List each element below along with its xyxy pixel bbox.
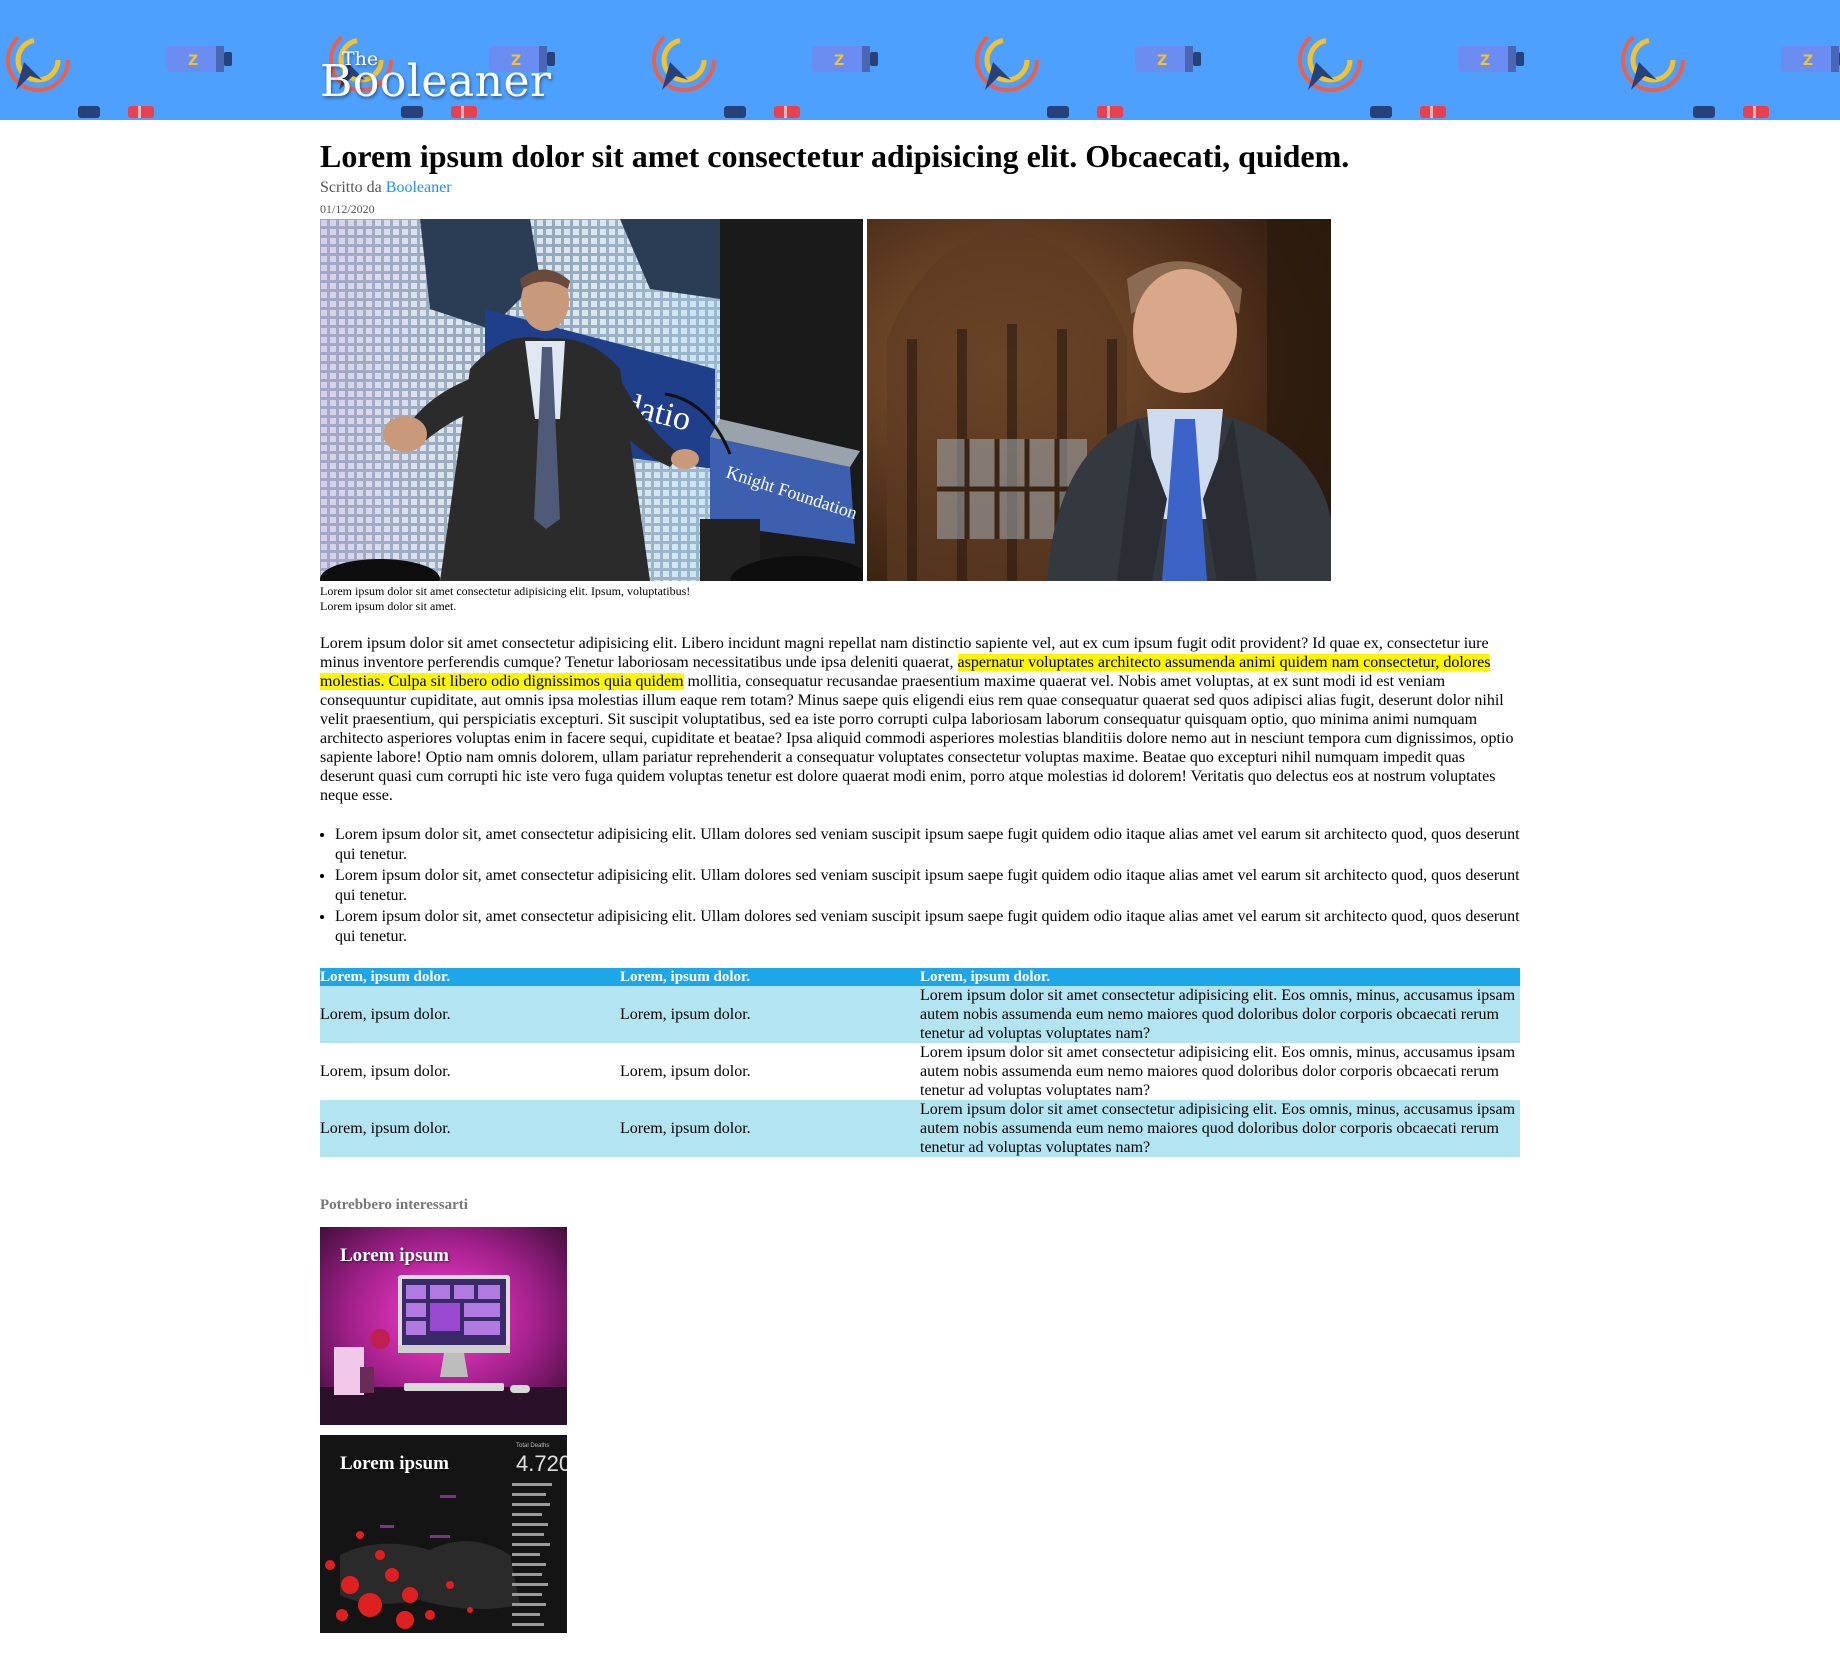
list-item: Lorem ipsum dolor sit, amet consectetur … bbox=[335, 825, 1520, 864]
table-cell: Lorem ipsum dolor sit amet consectetur a… bbox=[920, 1100, 1520, 1157]
header-pattern: Z bbox=[0, 0, 1840, 118]
table-header-row: Lorem, ipsum dolor. Lorem, ipsum dolor. … bbox=[320, 968, 1520, 986]
card-number-label: Total Deaths bbox=[516, 1443, 549, 1449]
article: Lorem ipsum dolor sit amet consectetur a… bbox=[320, 136, 1520, 1633]
site-header: Z The Booleaner bbox=[0, 0, 1840, 120]
table-row: Lorem, ipsum dolor. Lorem, ipsum dolor. … bbox=[320, 986, 1520, 1043]
related-card[interactable]: Lorem ipsum bbox=[320, 1227, 567, 1425]
cursor-target-icon bbox=[1623, 30, 1683, 90]
pattern-decoration-icon bbox=[1693, 106, 1769, 118]
photo-speaker-podium: ht Foundatio Knight Foundation bbox=[320, 219, 863, 581]
pattern-decoration-icon bbox=[401, 106, 477, 118]
table-cell: Lorem ipsum dolor sit amet consectetur a… bbox=[920, 986, 1520, 1043]
logo-the: The bbox=[342, 48, 379, 70]
table-cell: Lorem, ipsum dolor. bbox=[320, 1100, 620, 1157]
pattern-decoration-icon bbox=[1047, 106, 1123, 118]
related-section-title: Potrebbero interessarti bbox=[320, 1197, 468, 1213]
caption-line-2: Lorem ipsum dolor sit amet. bbox=[320, 599, 457, 613]
table-header-cell: Lorem, ipsum dolor. bbox=[620, 968, 920, 986]
author-link[interactable]: Booleaner bbox=[386, 179, 452, 196]
cursor-target-icon bbox=[654, 30, 714, 90]
table-cell: Lorem ipsum dolor sit amet consectetur a… bbox=[920, 1044, 1516, 1099]
table-cell: Lorem, ipsum dolor. bbox=[620, 986, 920, 1043]
battery-sleep-icon bbox=[1781, 46, 1840, 72]
table-row: Lorem, ipsum dolor. Lorem, ipsum dolor. … bbox=[320, 1100, 1520, 1157]
cursor-target-icon bbox=[1300, 30, 1360, 90]
table-row: Lorem, ipsum dolor. Lorem, ipsum dolor. … bbox=[320, 1043, 1520, 1100]
battery-sleep-icon bbox=[166, 46, 232, 72]
paragraph-text-after: mollitia, consequatur recusandae praesen… bbox=[320, 673, 1514, 804]
publish-date: 01/12/2020 bbox=[320, 202, 375, 216]
caption-line-1: Lorem ipsum dolor sit amet consectetur a… bbox=[320, 584, 691, 598]
related-card[interactable]: Total Deaths 4.720 Lorem ipsum bbox=[320, 1435, 567, 1633]
cursor-target-icon bbox=[977, 30, 1037, 90]
table-cell: Lorem, ipsum dolor. bbox=[620, 1063, 751, 1080]
data-table: Lorem, ipsum dolor. Lorem, ipsum dolor. … bbox=[320, 968, 1520, 1157]
byline-prefix: Scritto da bbox=[320, 179, 382, 196]
card-title: Lorem ipsum bbox=[340, 1245, 449, 1266]
article-title: Lorem ipsum dolor sit amet consectetur a… bbox=[320, 138, 1350, 174]
table-cell: Lorem, ipsum dolor. bbox=[620, 1100, 920, 1157]
card-big-number: 4.720 bbox=[516, 1451, 567, 1476]
list-item: Lorem ipsum dolor sit, amet consectetur … bbox=[335, 866, 1520, 905]
photo-caption: Lorem ipsum dolor sit amet consectetur a… bbox=[320, 584, 1520, 614]
article-photos: ht Foundatio Knight Foundation bbox=[320, 219, 1520, 581]
photo-portrait bbox=[867, 219, 1331, 581]
table-cell: Lorem, ipsum dolor. bbox=[320, 986, 620, 1043]
pattern-decoration-icon bbox=[1370, 106, 1446, 118]
site-logo[interactable]: The Booleaner bbox=[320, 44, 552, 104]
battery-sleep-icon bbox=[1458, 46, 1524, 72]
table-cell: Lorem, ipsum dolor. bbox=[320, 1063, 451, 1080]
pattern-decoration-icon bbox=[724, 106, 800, 118]
article-paragraph: Lorem ipsum dolor sit amet consectetur a… bbox=[320, 634, 1520, 805]
card-title: Lorem ipsum bbox=[340, 1453, 449, 1474]
table-header-cell: Lorem, ipsum dolor. bbox=[920, 968, 1520, 986]
battery-sleep-icon bbox=[812, 46, 878, 72]
battery-sleep-icon bbox=[1135, 46, 1201, 72]
pattern-decoration-icon bbox=[78, 106, 154, 118]
table-header-cell: Lorem, ipsum dolor. bbox=[320, 968, 620, 986]
byline: Scritto da Booleaner bbox=[320, 178, 1520, 198]
list-item: Lorem ipsum dolor sit, amet consectetur … bbox=[335, 907, 1520, 946]
cursor-target-icon bbox=[8, 30, 68, 90]
bullet-list: Lorem ipsum dolor sit, amet consectetur … bbox=[320, 825, 1520, 946]
